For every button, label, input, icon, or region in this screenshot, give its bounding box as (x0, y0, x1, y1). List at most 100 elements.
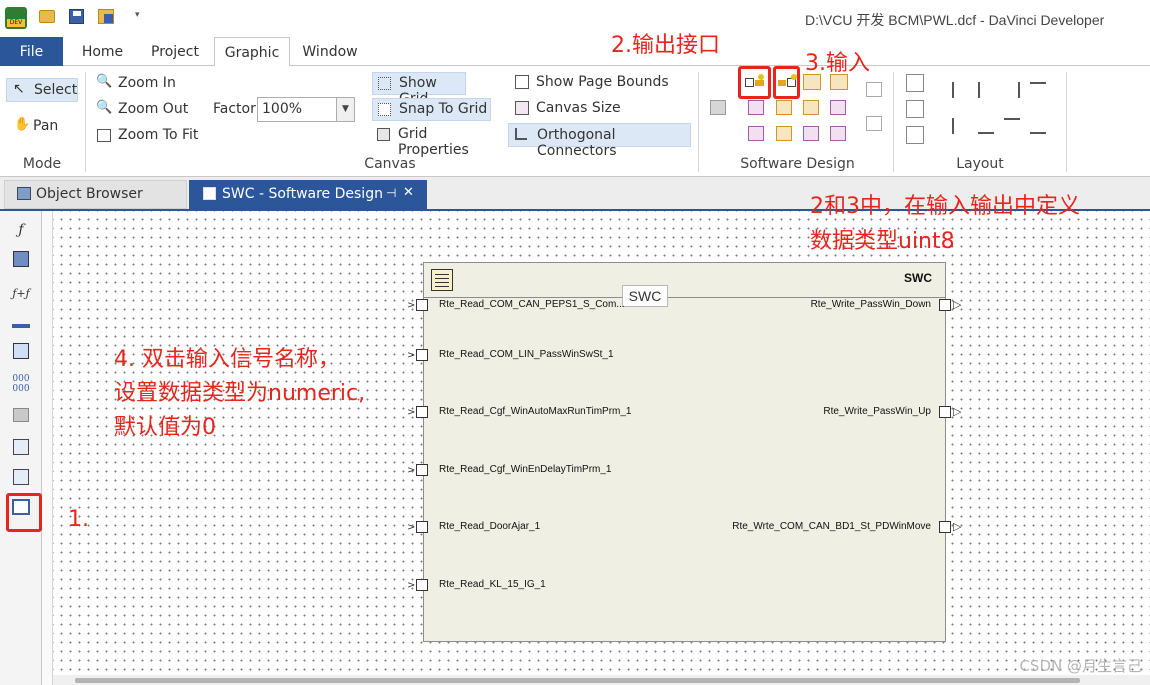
auto-layout-vertical-icon[interactable] (906, 126, 924, 144)
port-label[interactable]: Rte_Read_Cgf_WinEnDelayTimPrm_1 (439, 464, 611, 475)
app-logo-icon[interactable]: DEV (5, 7, 27, 29)
port-label[interactable]: Rte_Read_KL_15_IG_1 (439, 579, 546, 590)
port-label[interactable]: Rte_Wrte_COM_CAN_BD1_St_PDWinMove (732, 521, 931, 532)
require-port[interactable] (416, 349, 428, 361)
port-label[interactable]: Rte_Read_DoorAjar_1 (439, 521, 540, 532)
chevron-down-icon: ▼ (336, 98, 354, 121)
software-design-group-label: Software Design (740, 156, 855, 172)
horizontal-scrollbar-thumb[interactable] (75, 678, 1080, 683)
require-port[interactable] (416, 299, 428, 311)
align-top-icon[interactable] (1030, 82, 1046, 98)
customize-dropdown-icon[interactable]: ▾ (135, 10, 140, 20)
pan-button[interactable]: ✋ Pan (6, 116, 78, 138)
menu-project[interactable]: Project (145, 37, 205, 66)
trigger-port-icon[interactable] (830, 100, 846, 115)
window-title: D:\VCU 开发 BCM\PWL.dcf - DaVinci Develope… (805, 12, 1105, 28)
require-port[interactable] (416, 521, 428, 533)
swc-header: SWC (423, 262, 946, 298)
component-type-icon[interactable] (10, 343, 32, 365)
pan-label: Pan (33, 118, 59, 134)
runnable-icon[interactable] (10, 251, 32, 273)
compose-function-icon[interactable]: ƒ+ƒ (10, 283, 32, 305)
tab-swc-software-design[interactable]: SWC - Software Design ⊣ ✕ (189, 180, 427, 211)
align-middle-icon[interactable] (952, 118, 968, 134)
factor-select[interactable]: 100% ▼ (257, 97, 355, 122)
save-all-icon[interactable] (98, 9, 114, 24)
object-browser-icon (17, 187, 31, 200)
open-folder-icon[interactable] (39, 10, 55, 23)
port-label[interactable]: Rte_Read_Cgf_WinAutoMaxRunTimPrm_1 (439, 406, 632, 417)
port-label[interactable]: Rte_Read_COM_CAN_PEPS1_S_Com... (439, 299, 625, 310)
swc-tooltip: SWC (622, 285, 668, 307)
show-grid-toggle[interactable]: Show Grid (372, 72, 466, 107)
port-connector-arrow: ▷ (953, 405, 962, 418)
function-icon[interactable]: ƒ (10, 219, 32, 241)
close-icon[interactable]: ✕ (403, 185, 414, 200)
select-label: Select (34, 82, 78, 98)
orthogonal-connectors-toggle[interactable]: Orthogonal Connectors (508, 123, 691, 159)
port-label[interactable]: Rte_Write_PassWin_Up (823, 406, 931, 417)
distribute-vertical-icon[interactable] (1030, 118, 1046, 134)
canvas-size-button[interactable]: Canvas Size (511, 98, 631, 121)
save-icon[interactable] (69, 9, 84, 24)
require-port[interactable] (416, 406, 428, 418)
connector-split-icon[interactable] (866, 116, 882, 131)
auto-layout-icon[interactable] (906, 74, 924, 92)
port-connector-arrow: ▷ (953, 520, 962, 533)
toolbox: ƒ ƒ+ƒ 000 000 (0, 211, 42, 685)
align-center-icon[interactable] (978, 82, 994, 98)
connector-icon[interactable] (10, 313, 32, 335)
provide-port[interactable] (939, 521, 951, 533)
connector-route-icon[interactable] (866, 82, 882, 97)
require-port[interactable] (416, 464, 428, 476)
highlight-provide-port (738, 66, 771, 99)
parameter-port-icon[interactable] (803, 100, 819, 115)
align-bottom-icon[interactable] (978, 118, 994, 134)
pointer-icon: ↖ (13, 81, 25, 97)
port-label[interactable]: Rte_Write_PassWin_Down (811, 299, 931, 310)
snap-to-grid-toggle[interactable]: Snap To Grid (372, 98, 491, 121)
tab-object-browser[interactable]: Object Browser (4, 180, 187, 209)
port-mapping-icon[interactable] (803, 126, 819, 141)
menu-home[interactable]: Home (77, 37, 128, 66)
mode-group-label: Mode (22, 156, 62, 172)
add-port-icon[interactable] (710, 100, 726, 115)
menu-file[interactable]: File (0, 37, 63, 66)
distribute-horizontal-icon[interactable] (1004, 118, 1020, 134)
port-prototype-icon[interactable] (830, 126, 846, 141)
data-elements-icon[interactable]: 000 000 (10, 374, 32, 396)
port-connector-arrow: > (407, 350, 416, 361)
software-design-icon (203, 187, 216, 200)
module-icon[interactable] (10, 407, 32, 429)
grid-properties-icon (377, 128, 390, 141)
provide-port[interactable] (939, 299, 951, 311)
ribbon-separator (85, 72, 86, 172)
align-left-icon[interactable] (952, 82, 968, 98)
zoom-in-button[interactable]: 🔍 Zoom In (94, 74, 204, 94)
port-label[interactable]: Rte_Read_COM_LIN_PassWinSwSt_1 (439, 349, 614, 360)
zoom-to-fit-button[interactable]: Zoom To Fit (94, 126, 209, 146)
pin-icon[interactable]: ⊣ (386, 186, 396, 200)
select-button[interactable]: ↖ Select (6, 78, 78, 102)
swc-title: SWC (904, 271, 932, 285)
align-right-icon[interactable] (1004, 82, 1020, 98)
port-interface-icon[interactable] (10, 469, 32, 491)
provide-port[interactable] (939, 406, 951, 418)
annotation-output-interface: 2.输出接口 (611, 33, 720, 58)
connect-port-icon[interactable] (748, 126, 764, 141)
zoom-out-icon: 🔍 (96, 100, 113, 115)
delegation-port-icon[interactable] (776, 126, 792, 141)
show-page-bounds-button[interactable]: Show Page Bounds (511, 72, 671, 95)
menu-graphic[interactable]: Graphic (214, 37, 290, 67)
menu-window[interactable]: Window (299, 37, 361, 66)
mode-port-icon[interactable] (748, 100, 764, 115)
highlight-swc-tool (6, 493, 42, 532)
auto-layout-horizontal-icon[interactable] (906, 100, 924, 118)
tab-swc-label: SWC - Software Design (222, 186, 383, 202)
zoom-out-button[interactable]: 🔍 Zoom Out (94, 100, 204, 120)
require-port[interactable] (416, 579, 428, 591)
nv-port-icon[interactable] (776, 100, 792, 115)
grid-properties-button[interactable]: Grid Properties (372, 124, 497, 158)
canvas-size-label: Canvas Size (536, 100, 621, 116)
port-list-icon[interactable] (10, 439, 32, 461)
